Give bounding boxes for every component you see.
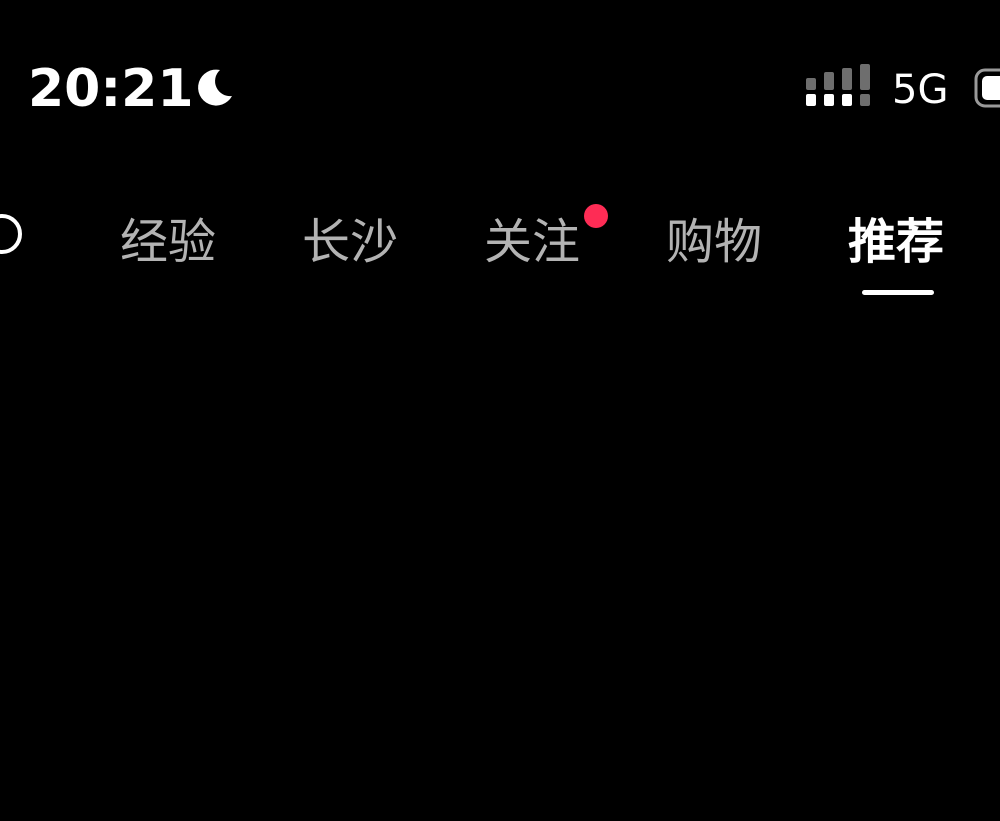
status-bar: 20:21 5G bbox=[0, 0, 1000, 150]
notification-dot bbox=[584, 204, 608, 228]
tab-label: 长沙 bbox=[302, 214, 399, 270]
tab-changsha[interactable]: 长沙 bbox=[302, 210, 398, 300]
tab-label: 经验 bbox=[120, 214, 217, 270]
status-time: 20:21 bbox=[28, 59, 194, 119]
tab-jingyan[interactable]: 经验 bbox=[120, 210, 216, 300]
tab-guanzhu[interactable]: 关注 bbox=[484, 204, 608, 300]
tab-tuijian[interactable]: 推荐 bbox=[848, 210, 944, 300]
top-nav-tabs: 经验 长沙 关注 购物 推荐 bbox=[0, 190, 1000, 310]
feed-content-area[interactable] bbox=[0, 310, 1000, 821]
tab-label: 购物 bbox=[666, 214, 763, 270]
tab-gouwu[interactable]: 购物 bbox=[666, 210, 762, 300]
circle-icon[interactable] bbox=[0, 212, 24, 256]
active-tab-indicator bbox=[862, 290, 934, 295]
tab-label: 关注 bbox=[484, 214, 581, 270]
moon-icon bbox=[198, 69, 232, 106]
network-type-label: 5G bbox=[892, 67, 949, 113]
signal-bars-icon bbox=[806, 64, 870, 106]
battery-icon bbox=[974, 68, 1000, 108]
tab-label: 推荐 bbox=[848, 214, 945, 270]
